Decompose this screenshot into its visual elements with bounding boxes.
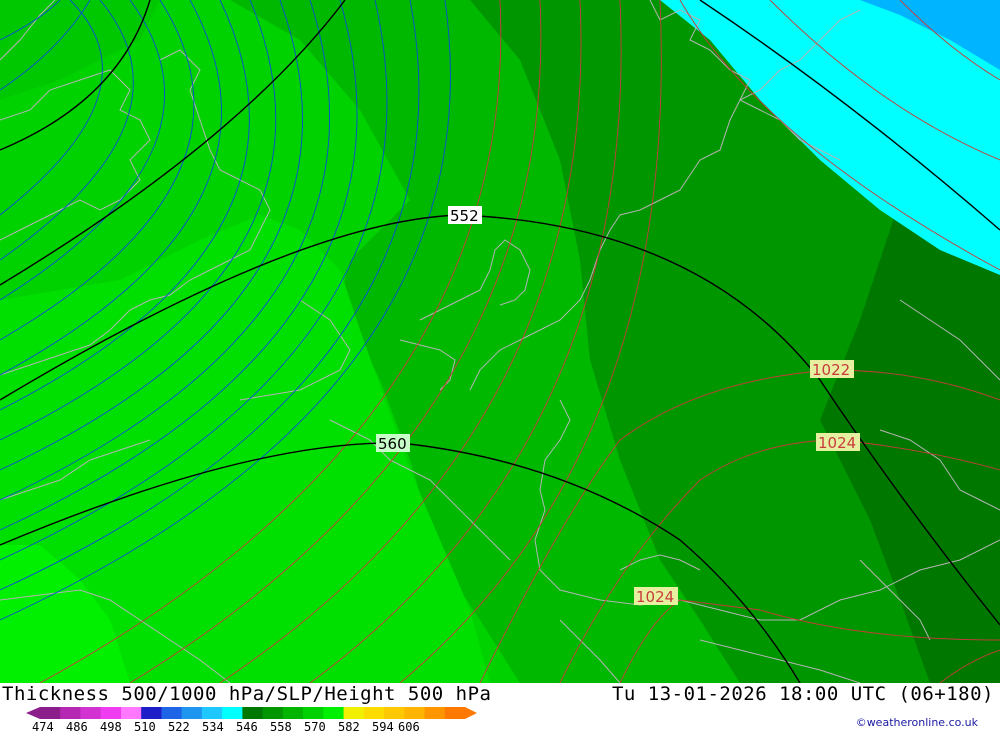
legend-tick-label: 534 [202, 720, 224, 733]
legend-tick-label: 570 [304, 720, 326, 733]
svg-text:552: 552 [450, 207, 479, 225]
legend-swatch [343, 707, 365, 719]
legend-tick-label: 522 [168, 720, 190, 733]
map-footer: Thickness 500/1000 hPa/SLP/Height 500 hP… [0, 683, 1000, 733]
legend-swatch [404, 707, 426, 719]
legend-swatch [181, 707, 203, 719]
map-title: Thickness 500/1000 hPa/SLP/Height 500 hP… [2, 683, 492, 705]
thickness-label-560: 560 [376, 434, 410, 453]
legend-tick-label: 546 [236, 720, 258, 733]
legend-swatch [262, 707, 284, 719]
credit-link[interactable]: ©weatheronline.co.uk [856, 716, 978, 729]
legend-swatch [60, 707, 81, 719]
legend-swatch [201, 707, 223, 719]
weather-map: 552 560 1022 1024 1024 [0, 0, 1000, 683]
legend-arrow-left [26, 707, 40, 719]
legend-tick-label: 582 [338, 720, 360, 733]
color-legend: 474 486 498 510 522 534 546 558 570 582 594 606 [26, 707, 477, 733]
valid-time: Tu 13-01-2026 18:00 UTC (06+180) [611, 683, 994, 705]
svg-text:560: 560 [378, 435, 407, 453]
legend-swatch [161, 707, 183, 719]
legend-swatch [303, 707, 324, 719]
legend-swatch [444, 707, 466, 719]
legend-tick-label: 558 [270, 720, 292, 733]
legend-tick-label: 486 [66, 720, 88, 733]
legend-tick-label: 606 [398, 720, 420, 733]
legend-swatch [100, 707, 122, 719]
legend-tick-label: 498 [100, 720, 122, 733]
slp-label-1022: 1022 [810, 360, 854, 379]
thickness-label-552: 552 [448, 206, 482, 225]
legend-tick-label: 594 [372, 720, 394, 733]
legend-tick-label: 474 [32, 720, 54, 733]
slp-label-1024-east: 1024 [816, 433, 860, 452]
legend-swatch [384, 707, 405, 719]
legend-arrow-right [465, 707, 477, 719]
legend-tick-label: 510 [134, 720, 156, 733]
legend-swatch [80, 707, 102, 719]
legend-swatch [222, 707, 243, 719]
legend-swatch [424, 707, 446, 719]
legend-swatch [323, 707, 345, 719]
svg-text:1024: 1024 [818, 434, 856, 452]
legend-swatch [242, 707, 264, 719]
legend-swatch [40, 707, 61, 719]
legend-swatch [141, 707, 162, 719]
slp-label-1024-south: 1024 [634, 587, 678, 606]
legend-swatch [282, 707, 304, 719]
legend-swatch [363, 707, 385, 719]
svg-text:1024: 1024 [636, 588, 674, 606]
map-canvas: 552 560 1022 1024 1024 [0, 0, 1000, 683]
legend-swatch [120, 707, 142, 719]
svg-text:1022: 1022 [812, 361, 850, 379]
